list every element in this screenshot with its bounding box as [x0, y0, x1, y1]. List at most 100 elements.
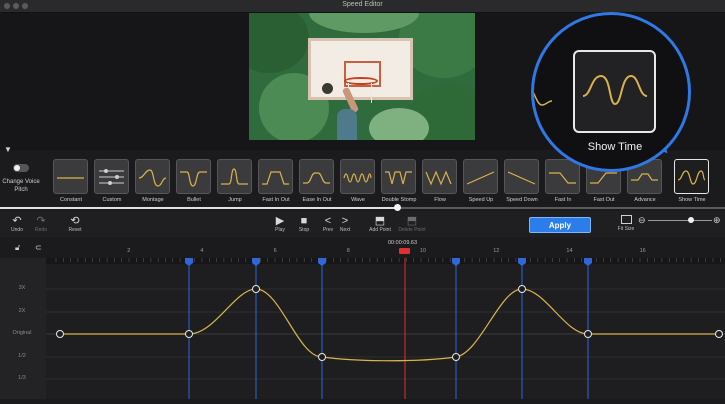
- undo-button[interactable]: ↶ Undo: [8, 215, 26, 233]
- preset-double-stomp[interactable]: [381, 159, 416, 194]
- preset-montage[interactable]: [135, 159, 170, 194]
- redo-icon: ↷: [36, 215, 46, 227]
- flow-curve-icon: [425, 170, 452, 186]
- delete-point-icon: ⬒: [406, 215, 418, 227]
- add-point-icon: ⬒: [374, 215, 386, 227]
- undo-icon: ↶: [12, 215, 22, 227]
- speed-axis-label: 2X: [18, 308, 26, 314]
- ruler-tick-label: 10: [420, 248, 427, 254]
- timeline-ruler-row: [0, 238, 725, 260]
- curve-control-point[interactable]: [56, 330, 64, 338]
- undo-label: Undo: [11, 227, 23, 233]
- preview-progress-knob[interactable]: [394, 204, 401, 211]
- preset-speed-up[interactable]: [463, 159, 498, 194]
- lock-icon[interactable]: 🔓︎: [15, 243, 20, 253]
- player-figure: [337, 109, 357, 140]
- curve-control-point[interactable]: [318, 353, 326, 361]
- add-point-button[interactable]: ⬒ Add Point: [367, 215, 393, 233]
- curve-control-point[interactable]: [518, 285, 526, 293]
- preset-jump[interactable]: [217, 159, 252, 194]
- preset-bullet[interactable]: [176, 159, 211, 194]
- video-preview: [249, 13, 475, 140]
- curve-control-point[interactable]: [452, 353, 460, 361]
- apply-button[interactable]: Apply: [529, 217, 591, 233]
- ruler-tick-label: 6: [273, 248, 277, 254]
- preset-flow[interactable]: [422, 159, 457, 194]
- window-title: Speed Editor: [342, 1, 383, 8]
- speed-curve-editor[interactable]: 3X 2X Original 1/2 1/3: [0, 258, 725, 399]
- collapse-panel-icon[interactable]: ▼: [4, 145, 12, 154]
- next-button[interactable]: > Next: [337, 215, 353, 233]
- ruler-tick-label: 8: [346, 248, 350, 254]
- preset-speed-down[interactable]: [504, 159, 539, 194]
- preset-label: Flow: [434, 197, 446, 203]
- show-time-curve-icon: [582, 74, 648, 106]
- curve-control-point[interactable]: [185, 330, 193, 338]
- preset-label: Speed Up: [468, 197, 494, 203]
- next-icon: >: [341, 215, 349, 227]
- stop-label: Stop: [298, 227, 310, 233]
- play-label: Play: [275, 227, 285, 233]
- jump-curve-icon: [221, 168, 248, 185]
- zoom-callout-label: Show Time: [587, 141, 643, 153]
- preset-label: Montage: [142, 197, 164, 203]
- curve-control-point[interactable]: [252, 285, 260, 293]
- preset-label: Custom: [102, 197, 122, 203]
- curve-control-point[interactable]: [715, 330, 723, 338]
- timecode: 00:00:09.63: [388, 240, 418, 246]
- zoom-slider-track[interactable]: [648, 220, 712, 221]
- bullet-curve-icon: [180, 171, 207, 187]
- fit-size-button[interactable]: Fit Size: [616, 215, 636, 232]
- preset-ease-in-out[interactable]: [299, 159, 334, 194]
- window-titlebar: Speed Editor: [0, 0, 725, 13]
- voice-pitch-toggle[interactable]: [13, 164, 29, 172]
- prev-icon: <: [324, 215, 332, 227]
- zoom-slider-knob[interactable]: [688, 217, 694, 223]
- preview-progress-fill: [0, 207, 397, 209]
- zoom-out-icon[interactable]: ⊖: [638, 215, 646, 226]
- preset-show-time[interactable]: [674, 159, 709, 194]
- fit-size-icon: [620, 215, 632, 224]
- ease-in-out-curve-icon: [303, 172, 330, 184]
- preset-label: Fast In Out: [262, 197, 290, 203]
- zoom-in-icon[interactable]: ⊕: [713, 215, 721, 226]
- preset-label: Jump: [228, 197, 242, 203]
- zoom-callout: Show Time: [531, 12, 691, 172]
- delete-point-button[interactable]: ⬒ Delete Point: [396, 215, 428, 233]
- play-icon: ▶: [275, 215, 285, 227]
- add-point-label: Add Point: [369, 227, 391, 233]
- preset-wave[interactable]: [340, 159, 375, 194]
- preset-fast-in[interactable]: [545, 159, 580, 194]
- preset-custom[interactable]: [94, 159, 129, 194]
- curve-control-point[interactable]: [584, 330, 592, 338]
- play-button[interactable]: ▶ Play: [271, 215, 289, 233]
- delete-point-label: Delete Point: [398, 227, 426, 233]
- preset-label: Bullet: [187, 197, 201, 203]
- next-label: Next: [339, 227, 351, 233]
- preset-label: Show Time: [678, 197, 706, 203]
- reset-button[interactable]: ⟲ Reset: [66, 215, 84, 233]
- redo-label: Redo: [35, 227, 47, 233]
- preset-label: Advance: [634, 197, 656, 203]
- reset-icon: ⟲: [70, 215, 80, 227]
- prev-label: Prev: [322, 227, 334, 233]
- preset-label: Wave: [351, 197, 365, 203]
- wave-curve-icon: [343, 173, 372, 183]
- prev-button[interactable]: < Prev: [320, 215, 336, 233]
- stop-button[interactable]: ■ Stop: [295, 215, 313, 233]
- preset-fast-in-out[interactable]: [258, 159, 293, 194]
- speed-axis-label: 3X: [18, 285, 26, 291]
- speed-axis-label: 1/3: [18, 375, 26, 381]
- redo-button[interactable]: ↷ Redo: [32, 215, 50, 233]
- playhead-handle[interactable]: [399, 248, 410, 254]
- speed-curve-canvas[interactable]: [0, 258, 725, 399]
- reset-label: Reset: [68, 227, 82, 233]
- fast-in-curve-icon: [549, 172, 576, 184]
- magnet-icon[interactable]: ⊂: [35, 243, 42, 252]
- basketball: [322, 83, 333, 94]
- double-stomp-curve-icon: [385, 171, 412, 185]
- preset-constant[interactable]: [53, 159, 88, 194]
- ruler-tick-label: 16: [639, 248, 646, 254]
- speed-axis-label: 1/2: [18, 353, 26, 359]
- constant-curve-icon: [57, 177, 84, 179]
